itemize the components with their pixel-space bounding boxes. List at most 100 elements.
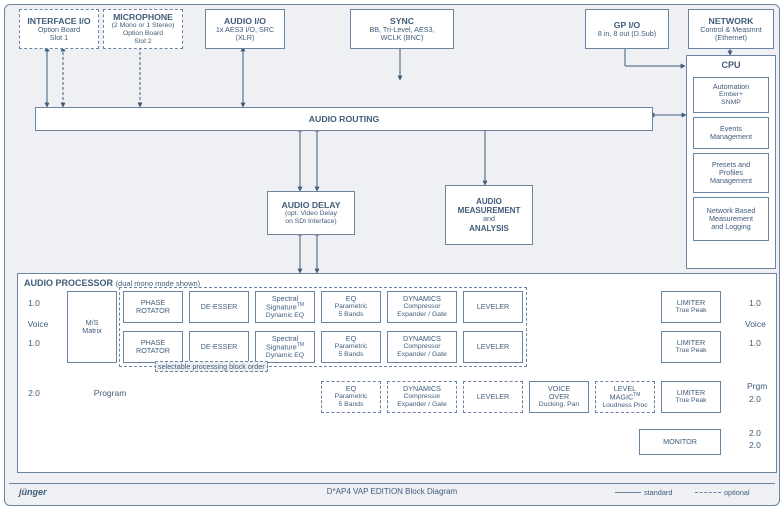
s: Matrix (82, 327, 102, 335)
s: Slot 2 (134, 38, 151, 46)
out-2-0-c: 2.0 (749, 440, 761, 450)
block-leveler-2: LEVELER (463, 331, 523, 363)
block-deesser-2: DE-ESSER (189, 331, 249, 363)
in-1-0-a: 1.0 (23, 298, 45, 308)
in-2-0: 2.0 (23, 388, 45, 398)
block-limiter-1: LIMITER True Peak (661, 291, 721, 323)
t: DE-ESSER (201, 303, 238, 311)
t: DYNAMICS (403, 385, 441, 393)
s: Option Board (123, 30, 163, 38)
block-leveler-1: LEVELER (463, 291, 523, 323)
s: Slot 1 (50, 34, 68, 42)
t: LIMITER (677, 299, 705, 307)
s: 5 Bands (339, 401, 364, 409)
s: Management (710, 177, 752, 185)
t: EQ (346, 335, 356, 343)
s: Expander / Gate (397, 311, 447, 319)
cpu-title: CPU (687, 60, 775, 70)
block-interface-io: INTERFACE I/O Option Board Slot 1 (19, 9, 99, 49)
s: (XLR) (236, 34, 255, 42)
s: 8 in, 8 out (D.Sub) (598, 30, 656, 38)
block-audio-routing: AUDIO ROUTING (35, 107, 653, 131)
line-icon (615, 492, 641, 493)
s: 5 Bands (339, 351, 364, 359)
s: True Peak (675, 347, 706, 355)
block-limiter-2: LIMITER True Peak (661, 331, 721, 363)
voice-out: Voice (745, 319, 766, 329)
s: Expander / Gate (397, 351, 447, 359)
t: MONITOR (663, 438, 697, 446)
s: Ducking, Pan (539, 401, 579, 409)
out-prgm: Prgm (747, 381, 767, 391)
block-leveler-3: LEVELER (463, 381, 523, 413)
t: EQ (346, 385, 356, 393)
t: LIMITER (677, 389, 705, 397)
proc-title: AUDIO PROCESSOR (dual mono mode shown) (24, 278, 200, 289)
s: True Peak (675, 307, 706, 315)
block-dyn-1: DYNAMICS Compressor Expander / Gate (387, 291, 457, 323)
s: (opt. Video Delay (285, 210, 337, 218)
in-1-0-b: 1.0 (23, 338, 45, 348)
s: Compressor (403, 303, 440, 311)
s: and (483, 215, 495, 223)
t: LEVELER (477, 393, 509, 401)
block-audio-io: AUDIO I/O 1x AES3 I/O, SRC (XLR) (205, 9, 285, 49)
t: Automation (713, 83, 749, 91)
diagram-frame: INTERFACE I/O Option Board Slot 1 MICROP… (4, 4, 780, 506)
block-dyn-2: DYNAMICS Compressor Expander / Gate (387, 331, 457, 363)
voice-in: Voice (23, 319, 53, 329)
s: WCLK (BNC) (381, 34, 424, 42)
line-dashed-icon (695, 492, 721, 493)
out-2-0-a: 2.0 (749, 394, 761, 404)
t: LEVELER (477, 303, 509, 311)
block-limiter-3: LIMITER True Peak (661, 381, 721, 413)
s: Parametric (335, 393, 368, 401)
t: DE-ESSER (201, 343, 238, 351)
s: (Ethernet) (715, 34, 747, 42)
s: on SDI Interface) (285, 218, 336, 226)
tm: SignatureTM (266, 303, 304, 312)
s: Compressor (403, 343, 440, 351)
footer-divider (9, 483, 775, 484)
block-monitor: MONITOR (639, 429, 721, 455)
proc-title-sub: (dual mono mode shown) (116, 279, 201, 288)
block-eq-3: EQ Parametric 5 Bands (321, 381, 381, 413)
lt: standard (644, 488, 672, 497)
s: True Peak (675, 397, 706, 405)
t: EQ (346, 295, 356, 303)
program-label: Program (85, 388, 135, 398)
out-2-0-b: 2.0 (749, 428, 761, 438)
block-spectral-2: Spectral SignatureTM Dynamic EQ (255, 331, 315, 363)
s: Parametric (335, 303, 368, 311)
block-ms-matrix: M/S Matrix (67, 291, 117, 363)
s: Ember+ (719, 91, 743, 99)
block-eq-1: EQ Parametric 5 Bands (321, 291, 381, 323)
s: OVER (549, 393, 569, 401)
block-deesser-1: DE-ESSER (189, 291, 249, 323)
block-audio-measure: AUDIO MEASUREMENT and ANALYSIS (445, 185, 533, 245)
block-netmeas: Network Based Measurement and Logging (693, 197, 769, 241)
legend-standard: standard (615, 488, 672, 497)
block-automation: Automation Ember+ SNMP (693, 77, 769, 113)
s: Parametric (335, 343, 368, 351)
t: AUDIO ROUTING (309, 114, 379, 124)
s: (2 Mono or 1 Stereo) (112, 22, 175, 30)
legend-optional: optional (695, 488, 750, 497)
block-presets: Presets and Profiles Management (693, 153, 769, 193)
t: LIMITER (677, 339, 705, 347)
out-1-0-a: 1.0 (749, 298, 761, 308)
s: Management (710, 133, 752, 141)
t: DYNAMICS (403, 335, 441, 343)
s: SNMP (721, 99, 741, 107)
block-phase-2: PHASE ROTATOR (123, 331, 183, 363)
s: Expander / Gate (397, 401, 447, 409)
block-microphone: MICROPHONE (2 Mono or 1 Stereo) Option B… (103, 9, 183, 49)
s: Dynamic EQ (266, 312, 304, 320)
s: Compressor (403, 393, 440, 401)
block-eq-2: EQ Parametric 5 Bands (321, 331, 381, 363)
t: AUDIO (476, 197, 502, 206)
t: LEVELER (477, 343, 509, 351)
s: Dynamic EQ (266, 352, 304, 360)
t: MICROPHONE (113, 12, 173, 22)
lt: optional (724, 488, 750, 497)
